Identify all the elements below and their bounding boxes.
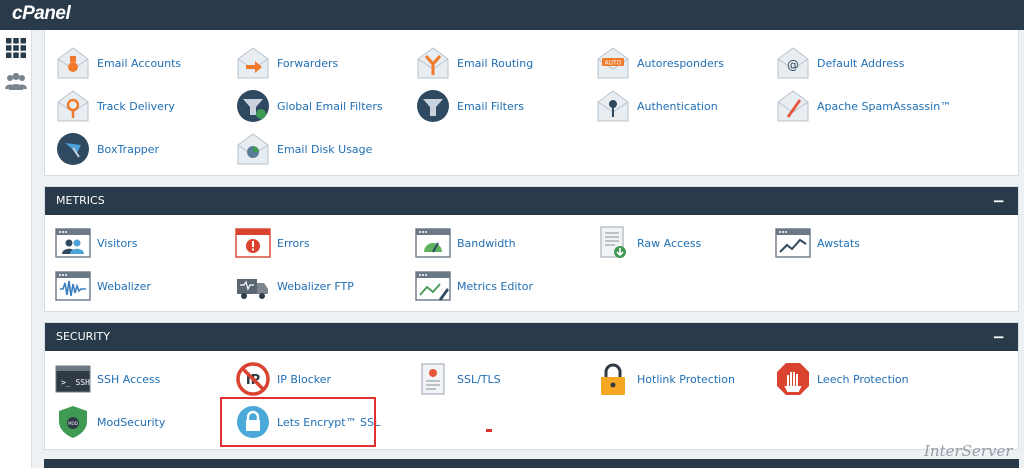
hotlink-protection-link[interactable]: Hotlink Protection	[595, 359, 735, 399]
visitors-link[interactable]: Visitors	[55, 223, 137, 263]
boxtrapper-link[interactable]: BoxTrapper	[55, 129, 159, 169]
leech-protection-link[interactable]: Leech Protection	[775, 359, 909, 399]
email-accounts-link[interactable]: Email Accounts	[55, 43, 181, 83]
webalizer-link[interactable]: Webalizer	[55, 266, 151, 306]
email-routing-icon	[415, 45, 451, 81]
modsecurity-icon: MOD	[59, 406, 87, 438]
hotlink-protection-icon	[601, 363, 625, 395]
webalizer-ftp-link[interactable]: Webalizer FTP	[235, 266, 354, 306]
raw-access-link[interactable]: Raw Access	[595, 223, 701, 263]
sidebar	[0, 30, 32, 468]
metrics-editor-link[interactable]: Metrics Editor	[415, 266, 533, 306]
users-icon[interactable]	[5, 70, 27, 92]
webalizer-ftp-icon	[237, 279, 268, 299]
email-disk-usage-icon	[235, 131, 271, 167]
bandwidth-link[interactable]: Bandwidth	[415, 223, 516, 263]
email-routing-link[interactable]: Email Routing	[415, 43, 533, 83]
authentication-link[interactable]: Authentication	[595, 86, 718, 126]
security-header[interactable]: SECURITY −	[45, 323, 1018, 351]
metrics-panel: METRICS − Visitors Errors Bandwidth Raw …	[44, 186, 1019, 312]
cpanel-logo[interactable]: cPanel	[12, 3, 71, 25]
forwarders-link[interactable]: Forwarders	[235, 43, 338, 83]
modsecurity-link[interactable]: MOD ModSecurity	[55, 402, 165, 442]
email-filters-link[interactable]: Email Filters	[415, 86, 524, 126]
bandwidth-icon	[415, 225, 451, 261]
svg-text:MOD: MOD	[68, 421, 78, 426]
ssl-tls-icon	[421, 363, 445, 395]
ssl-tls-link[interactable]: SSL/TLS	[415, 359, 501, 399]
svg-text:>_ SSH: >_ SSH	[61, 378, 90, 387]
top-bar: cPanel	[0, 0, 1024, 30]
raw-access-icon	[600, 226, 626, 258]
track-delivery-link[interactable]: Track Delivery	[55, 86, 175, 126]
metrics-header[interactable]: METRICS −	[45, 187, 1018, 215]
metrics-title: METRICS	[56, 194, 105, 207]
ip-blocker-icon: IP	[236, 362, 270, 396]
email-disk-usage-link[interactable]: Email Disk Usage	[235, 129, 372, 169]
global-email-filters-icon	[237, 90, 269, 122]
authentication-icon	[595, 88, 631, 124]
webalizer-icon	[55, 268, 91, 304]
highlight-box	[220, 397, 376, 447]
awstats-icon	[775, 225, 811, 261]
svg-text:AUTO: AUTO	[605, 60, 622, 67]
ssh-access-icon: >_ SSH	[55, 365, 91, 393]
metrics-editor-icon	[415, 268, 451, 301]
email-filters-icon	[417, 90, 449, 122]
email-panel: Email Accounts Forwarders Email Routing …	[44, 30, 1019, 176]
svg-text:@: @	[787, 58, 799, 72]
default-address-icon: @	[775, 45, 811, 81]
autoresponders-icon: AUTO	[595, 45, 631, 81]
security-title: SECURITY	[56, 330, 110, 343]
global-email-filters-link[interactable]: Global Email Filters	[235, 86, 383, 126]
spamassassin-icon	[775, 88, 811, 124]
ssh-access-link[interactable]: >_ SSH SSH Access	[55, 359, 160, 399]
annotation-mark	[486, 429, 492, 432]
apache-spamassassin-link[interactable]: Apache SpamAssassin™	[775, 86, 951, 126]
errors-link[interactable]: Errors	[235, 223, 310, 263]
security-panel: SECURITY − >_ SSH SSH Access IP IP Block…	[44, 322, 1019, 450]
metrics-collapse-button[interactable]: −	[992, 187, 1005, 215]
boxtrapper-icon	[57, 133, 89, 165]
leech-protection-icon	[777, 363, 809, 395]
ip-blocker-link[interactable]: IP IP Blocker	[235, 359, 331, 399]
forwarders-icon	[235, 45, 271, 81]
errors-icon	[235, 228, 271, 258]
grid-icon[interactable]	[5, 37, 27, 59]
visitors-icon	[55, 225, 91, 261]
email-accounts-icon	[55, 45, 91, 81]
interserver-watermark: InterServer	[924, 442, 1013, 460]
autoresponders-link[interactable]: AUTO Autoresponders	[595, 43, 724, 83]
default-address-link[interactable]: @ Default Address	[775, 43, 905, 83]
awstats-link[interactable]: Awstats	[775, 223, 860, 263]
next-panel-header	[44, 459, 1019, 468]
track-delivery-icon	[55, 88, 91, 124]
security-collapse-button[interactable]: −	[992, 323, 1005, 351]
